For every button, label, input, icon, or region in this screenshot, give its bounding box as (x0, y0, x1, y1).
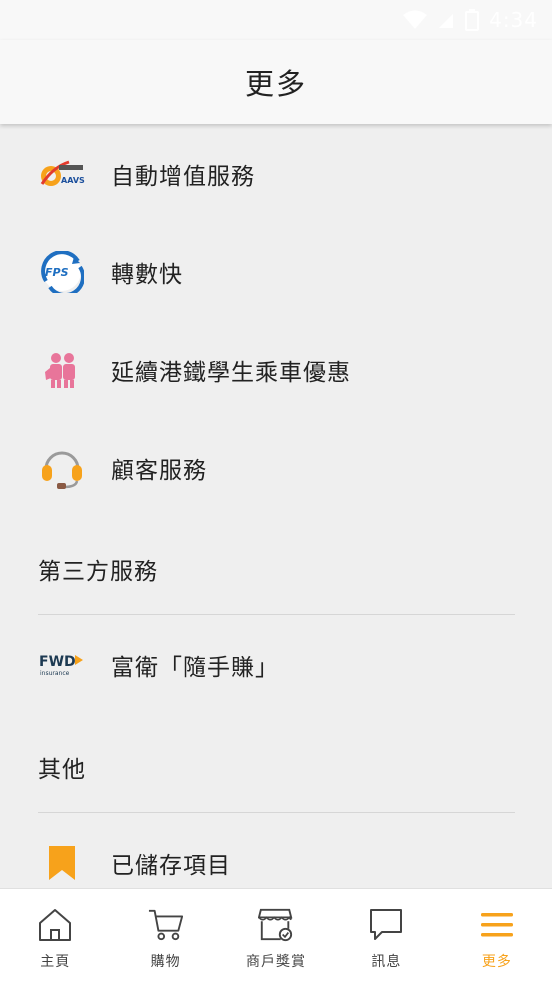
nav-label: 更多 (481, 954, 512, 970)
menu-item-mtr-student[interactable]: 延續港鐵學生乘車優惠 (0, 321, 552, 419)
menu-item-aavs[interactable]: AAVS 自動增值服務 (0, 125, 552, 223)
more-menu-list: AAVS 自動增值服務 FPS 轉數快 延續港鐵學生乘車優惠 顧客服務 第三方服… (0, 124, 552, 888)
menu-item-label: 顧客服務 (111, 458, 207, 484)
menu-item-label: 轉數快 (111, 262, 183, 288)
menu-item-label: 自動增值服務 (111, 164, 255, 190)
headset-icon (38, 444, 86, 492)
cart-icon (148, 907, 184, 943)
svg-text:insurance: insurance (40, 670, 70, 677)
fwd-logo-icon: FWD insurance (38, 641, 86, 689)
menu-item-label: 已儲存項目 (111, 853, 231, 879)
menu-icon (479, 907, 515, 943)
nav-home[interactable]: 主頁 (0, 889, 110, 981)
signal-icon (439, 14, 454, 28)
menu-item-label: 富衛「隨手賺」 (111, 655, 279, 681)
nav-messages[interactable]: 訊息 (331, 889, 441, 981)
students-icon (38, 346, 86, 394)
bottom-navigation: 主頁 購物 商戶獎賞 訊息 更多 (0, 888, 552, 981)
store-icon (258, 907, 294, 943)
divider (38, 614, 515, 615)
nav-label: 主頁 (40, 954, 71, 970)
bookmark-icon (38, 839, 86, 887)
battery-icon (465, 9, 480, 31)
section-title-others: 其他 (38, 757, 86, 783)
svg-text:FPS: FPS (45, 266, 69, 279)
status-time: 4:34 (489, 8, 538, 32)
chat-icon (368, 907, 404, 943)
status-bar: 4:34 (0, 0, 552, 40)
nav-more[interactable]: 更多 (442, 889, 552, 981)
nav-label: 商戶獎賞 (246, 954, 307, 970)
divider (38, 812, 515, 813)
home-icon (37, 907, 73, 943)
menu-item-fps[interactable]: FPS 轉數快 (0, 223, 552, 321)
menu-item-label: 延續港鐵學生乘車優惠 (111, 360, 351, 386)
wifi-icon (403, 10, 428, 29)
aavs-logo-icon: AAVS (38, 150, 86, 198)
menu-item-fwd[interactable]: FWD insurance 富衛「隨手賺」 (0, 616, 552, 714)
menu-item-saved[interactable]: 已儲存項目 (0, 814, 552, 888)
page-title: 更多 (244, 67, 307, 101)
menu-item-customer-service[interactable]: 顧客服務 (0, 419, 552, 517)
nav-shopping[interactable]: 購物 (110, 889, 220, 981)
svg-text:FWD: FWD (39, 654, 76, 670)
nav-label: 購物 (150, 954, 181, 970)
nav-label: 訊息 (371, 954, 402, 970)
section-title-third-party: 第三方服務 (38, 559, 158, 585)
fps-logo-icon: FPS (38, 248, 86, 296)
nav-merchant-rewards[interactable]: 商戶獎賞 (221, 889, 331, 981)
svg-text:AAVS: AAVS (61, 176, 85, 185)
app-header: 更多 (0, 40, 552, 124)
